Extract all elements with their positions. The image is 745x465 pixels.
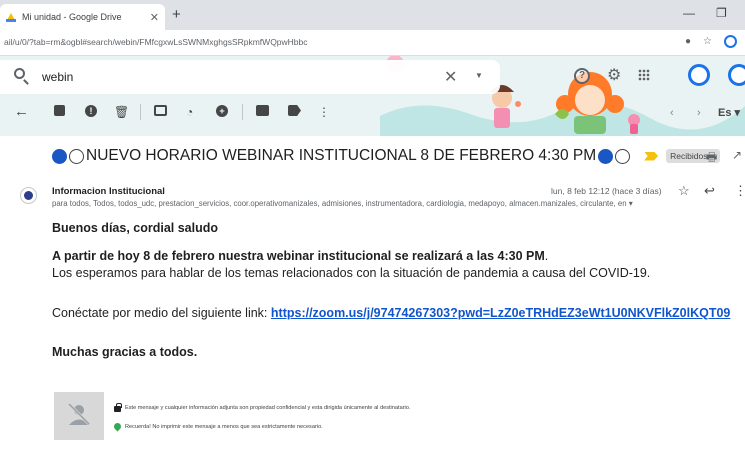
gmail-header: webin ✕ ▼ ? ⚙ ← ! 🗑 ◔ + ⋮ ‹ › Es ▾	[0, 56, 745, 136]
snooze-icon[interactable]: ◔	[186, 105, 193, 119]
mark-unread-icon[interactable]	[154, 105, 167, 116]
print-icon[interactable]: 🖶	[706, 148, 717, 169]
confidential-notice: Este mensaje y cualquier información adj…	[114, 403, 411, 412]
email-paragraph-1: A partir de hoy 8 de febrero nuestra web…	[52, 249, 548, 263]
newer-message-icon[interactable]: ‹	[670, 107, 674, 119]
restore-icon[interactable]: ❐	[716, 6, 727, 20]
clear-search-icon[interactable]: ✕	[444, 67, 457, 87]
white-circle-emoji-icon	[69, 148, 84, 164]
browser-tab-strip: Mi unidad - Google Drive ✕ + — ❐	[0, 0, 745, 30]
label-chip-text: Recibidos	[670, 151, 708, 161]
message-more-icon[interactable]: ⋮	[734, 183, 745, 199]
back-arrow-icon[interactable]: ←	[14, 103, 29, 120]
new-tab-button[interactable]: +	[172, 6, 181, 23]
confidential-text: Este mensaje y cualquier información adj…	[125, 405, 411, 411]
more-actions-icon[interactable]: ⋮	[318, 105, 330, 119]
announcement-text: A partir de hoy 8 de febrero nuestra web…	[52, 249, 545, 263]
link-prefix: Conéctate por medio del siguiente link:	[52, 306, 271, 320]
search-box[interactable]: webin ✕ ▼	[0, 60, 500, 94]
sender-name[interactable]: Informacion Institucional	[52, 186, 165, 197]
minimize-icon[interactable]: —	[683, 6, 695, 20]
lock-icon	[114, 403, 122, 412]
white-circle-emoji-icon	[615, 148, 631, 164]
add-task-icon[interactable]: +	[216, 105, 228, 117]
search-options-icon[interactable]: ▼	[475, 71, 483, 80]
announcement-period: .	[544, 249, 549, 263]
toolbar-divider	[140, 104, 141, 120]
recipients-list[interactable]: para todos, Todos, todos_udc, prestacion…	[52, 199, 633, 208]
organization-logo-icon[interactable]	[688, 64, 710, 86]
email-subject-row: NUEVO HORARIO WEBINAR INSTITUCIONAL 8 DE…	[52, 145, 721, 167]
eco-leaf-icon	[112, 421, 123, 432]
help-icon[interactable]: ?	[574, 68, 590, 84]
open-new-window-icon[interactable]: ↗	[732, 148, 742, 162]
blue-circle-emoji-icon	[598, 148, 614, 164]
address-bar-icons: ● ☆	[685, 35, 737, 48]
archive-icon[interactable]	[54, 105, 65, 116]
reply-icon[interactable]: ↩	[704, 183, 715, 199]
important-marker-icon[interactable]	[644, 151, 659, 161]
browser-tab[interactable]: Mi unidad - Google Drive ✕	[0, 4, 165, 30]
apps-grid-icon[interactable]	[638, 69, 650, 81]
message-toolbar: ← ! 🗑 ◔ + ⋮ ‹ › Es ▾	[0, 96, 745, 130]
eye-icon[interactable]: ●	[685, 36, 691, 47]
report-spam-icon[interactable]: !	[85, 105, 97, 117]
email-paragraph-2: Los esperamos para hablar de los temas r…	[52, 266, 651, 280]
broken-image-person-icon	[67, 402, 91, 426]
input-tools-language[interactable]: Es ▾	[718, 106, 740, 119]
bookmark-star-icon[interactable]: ☆	[703, 36, 712, 47]
email-greeting: Buenos días, cordial saludo	[52, 221, 219, 235]
toolbar-divider	[242, 104, 243, 120]
sender-avatar[interactable]	[20, 187, 37, 204]
blue-circle-emoji-icon	[52, 148, 67, 164]
delete-icon[interactable]: 🗑	[114, 105, 129, 119]
zoom-meeting-link[interactable]: https://zoom.us/j/97474267303?pwd=LzZ0eT…	[271, 306, 731, 320]
url-text[interactable]: ail/u/0/?tab=rm&ogbl#search/webin/FMfcgx…	[4, 37, 308, 47]
email-closing: Muchas gracias a todos.	[52, 345, 198, 359]
email-subject: NUEVO HORARIO WEBINAR INSTITUCIONAL 8 DE…	[86, 147, 597, 164]
move-to-icon[interactable]	[256, 105, 269, 116]
browser-profile-icon[interactable]	[724, 35, 737, 48]
address-bar[interactable]: ail/u/0/?tab=rm&ogbl#search/webin/FMfcgx…	[0, 30, 745, 56]
search-icon[interactable]	[14, 68, 25, 79]
eco-text: Recuerda! No imprimir este mensaje a men…	[125, 423, 323, 430]
signature-image-placeholder	[54, 392, 104, 440]
email-link-line: Conéctate por medio del siguiente link: …	[52, 306, 730, 320]
eco-notice: Recuerda! No imprimir este mensaje a men…	[112, 421, 323, 432]
tab-title: Mi unidad - Google Drive	[22, 12, 122, 22]
tab-close-icon[interactable]: ✕	[150, 11, 159, 24]
search-input[interactable]: webin	[42, 70, 73, 84]
label-icon[interactable]	[288, 105, 301, 116]
drive-favicon-icon	[6, 12, 16, 22]
older-message-icon[interactable]: ›	[697, 107, 701, 119]
account-avatar[interactable]	[728, 64, 745, 86]
star-icon[interactable]: ☆	[678, 183, 690, 199]
settings-gear-icon[interactable]: ⚙	[607, 65, 621, 85]
email-date: lun, 8 feb 12:12 (hace 3 días)	[551, 186, 662, 196]
